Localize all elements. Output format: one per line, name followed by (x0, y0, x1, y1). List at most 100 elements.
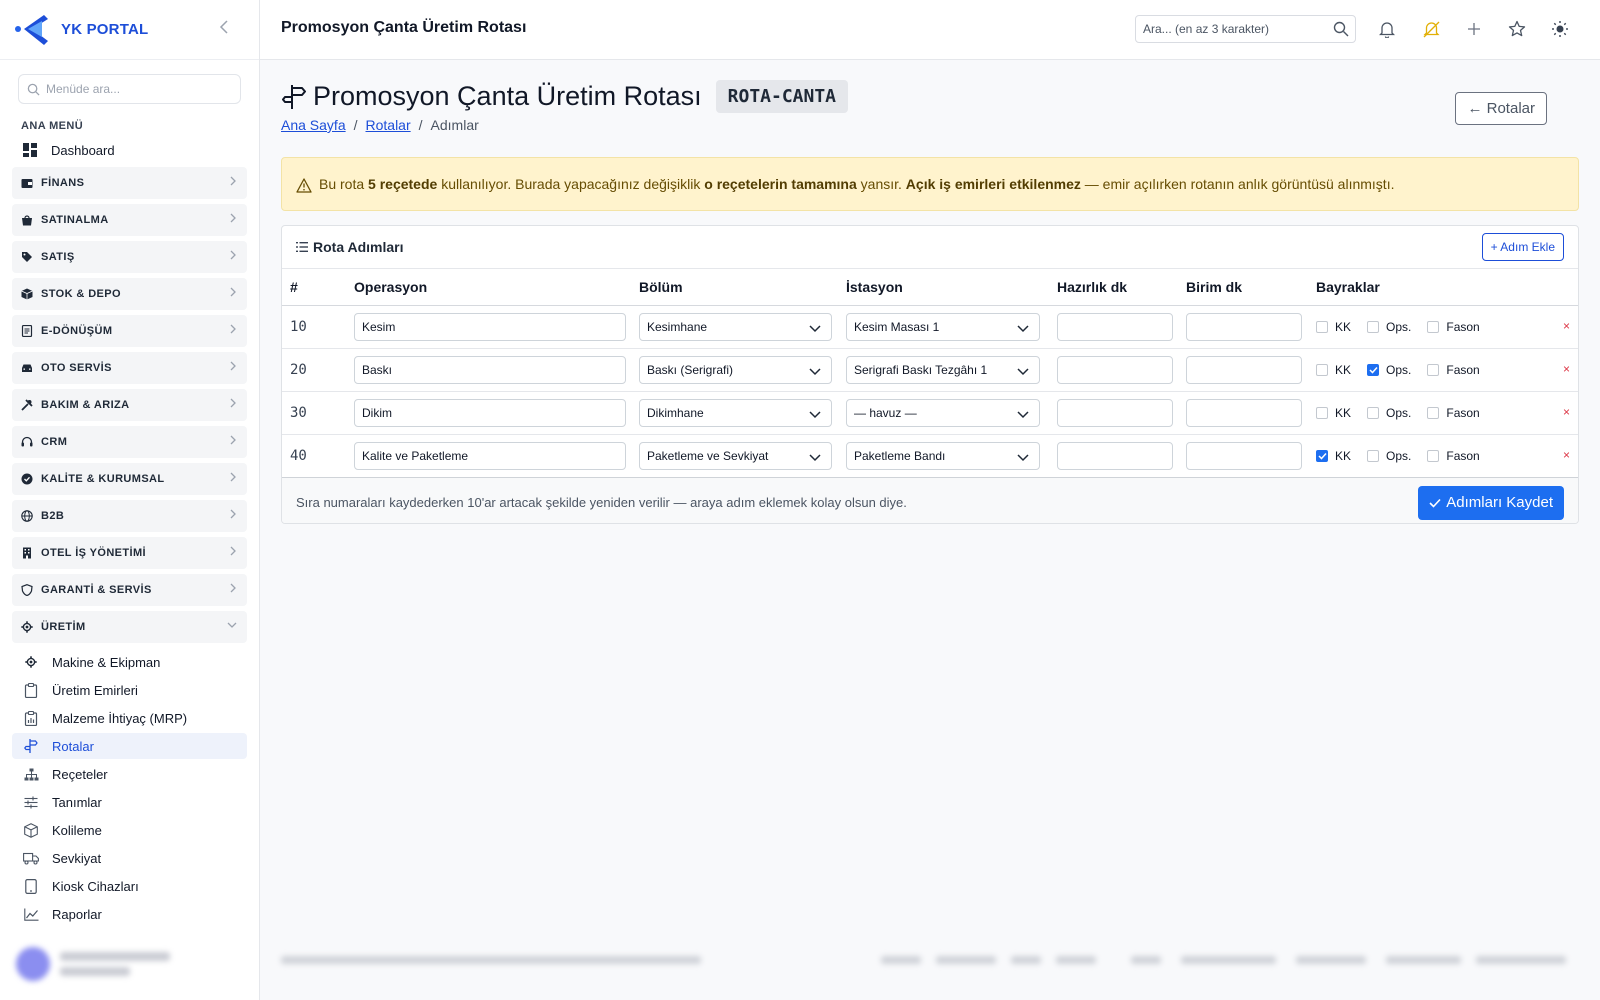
delete-step-icon[interactable]: × (1563, 405, 1570, 419)
sidebar-group-bakim-ariza[interactable]: BAKIM & ARIZA (12, 389, 247, 421)
back-to-routes-button[interactable]: ← Rotalar (1455, 92, 1547, 125)
flag-kk-checkbox[interactable]: KK (1316, 406, 1351, 420)
flags-group: KK Ops. Fason × (1316, 435, 1578, 477)
checkbox-box[interactable] (1427, 449, 1440, 462)
delete-step-icon[interactable]: × (1563, 319, 1570, 333)
operation-input[interactable] (354, 355, 626, 384)
sidebar-group-e-d-n-m[interactable]: E-DÖNÜŞÜM (12, 315, 247, 347)
bell-slash-icon[interactable] (1421, 19, 1441, 39)
checkbox-box[interactable] (1367, 363, 1380, 376)
checkbox-box[interactable] (1316, 363, 1328, 376)
checkbox-box[interactable] (1316, 320, 1328, 333)
department-select[interactable]: Kesimhane (639, 312, 832, 341)
unit-minutes-input[interactable] (1186, 398, 1302, 427)
flag-ops-checkbox[interactable]: Ops. (1367, 320, 1411, 334)
sidebar-group-sati[interactable]: SATIŞ (12, 241, 247, 273)
menu-search[interactable] (18, 74, 241, 104)
theme-sun-icon[interactable] (1550, 19, 1570, 39)
user-profile[interactable] (16, 946, 246, 982)
unit-minutes-input[interactable] (1186, 441, 1302, 470)
flag-ops-checkbox[interactable]: Ops. (1367, 449, 1411, 463)
flag-kk-checkbox[interactable]: KK (1316, 320, 1351, 334)
chevron-right-icon (230, 398, 237, 411)
menu-search-input[interactable] (46, 82, 226, 96)
flag-fason-checkbox[interactable]: Fason (1427, 320, 1480, 334)
sidebar-group-reti-m[interactable]: ÜRETİM (12, 611, 247, 643)
station-select[interactable]: Paketleme Bandı (846, 441, 1040, 470)
sidebar-item-7[interactable]: Kolileme (12, 817, 247, 843)
unit-minutes-input[interactable] (1186, 355, 1302, 384)
sidebar-group-label: SATIŞ (41, 251, 75, 263)
sidebar-group-kali-te-kurumsal[interactable]: KALİTE & KURUMSAL (12, 463, 247, 495)
plus-icon[interactable] (1464, 19, 1484, 39)
checkbox-box[interactable] (1316, 449, 1328, 462)
setup-minutes-input[interactable] (1057, 355, 1173, 384)
sidebar-item-2[interactable]: Üretim Emirleri (12, 677, 247, 703)
save-steps-button[interactable]: Adımları Kaydet (1418, 485, 1564, 520)
flag-ops-checkbox[interactable]: Ops. (1367, 363, 1411, 377)
sidebar-group-oto-servi-s[interactable]: OTO SERVİS (12, 352, 247, 384)
bell-icon[interactable] (1377, 19, 1397, 39)
breadcrumb-routes[interactable]: Rotalar (366, 117, 411, 133)
step-sequence: 40 (290, 447, 307, 464)
sidebar-item-dashboard[interactable]: Dashboard (12, 137, 247, 163)
flag-fason-checkbox[interactable]: Fason (1427, 449, 1480, 463)
station-select[interactable]: — havuz — (846, 398, 1040, 427)
operation-input[interactable] (354, 398, 626, 427)
global-search-input[interactable] (1143, 22, 1323, 36)
station-value: Kesim Masası 1 (854, 319, 940, 334)
flag-kk-checkbox[interactable]: KK (1316, 449, 1351, 463)
search-icon[interactable] (1333, 21, 1349, 37)
topbar: Promosyon Çanta Üretim Rotası (260, 0, 1600, 60)
station-select[interactable]: Kesim Masası 1 (846, 312, 1040, 341)
sidebar-group-satinalma[interactable]: SATINALMA (12, 204, 247, 236)
star-icon[interactable] (1507, 19, 1527, 39)
sidebar-item-3[interactable]: Malzeme İhtiyaç (MRP) (12, 705, 247, 731)
add-step-button[interactable]: + Adım Ekle (1481, 233, 1564, 261)
sidebar-item-10[interactable]: Raporlar (12, 901, 247, 927)
sidebar-item-1[interactable]: Makine & Ekipman (12, 649, 247, 675)
flag-kk-checkbox[interactable]: KK (1316, 363, 1351, 377)
sidebar-item-label: Malzeme İhtiyaç (MRP) (52, 710, 188, 726)
operation-input[interactable] (354, 441, 626, 470)
flag-ops-checkbox[interactable]: Ops. (1367, 406, 1411, 420)
delete-step-icon[interactable]: × (1563, 448, 1570, 462)
department-select[interactable]: Paketleme ve Sevkiyat (639, 441, 832, 470)
tools-icon (21, 399, 33, 411)
flag-fason-checkbox[interactable]: Fason (1427, 406, 1480, 420)
sidebar-group-b2b[interactable]: B2B (12, 500, 247, 532)
sidebar-item-5[interactable]: Reçeteler (12, 761, 247, 787)
operation-input[interactable] (354, 312, 626, 341)
setup-minutes-input[interactable] (1057, 312, 1173, 341)
flag-fason-checkbox[interactable]: Fason (1427, 363, 1480, 377)
brand-logo[interactable] (14, 13, 52, 47)
checkbox-box[interactable] (1367, 320, 1380, 333)
checkbox-box[interactable] (1316, 406, 1328, 419)
sidebar-item-6[interactable]: Tanımlar (12, 789, 247, 815)
checkbox-box[interactable] (1427, 406, 1440, 419)
sidebar-item-8[interactable]: Sevkiyat (12, 845, 247, 871)
sidebar-item-9[interactable]: Kiosk Cihazları (12, 873, 247, 899)
sidebar-group-fi-nans[interactable]: FİNANS (12, 167, 247, 199)
topbar-title: Promosyon Çanta Üretim Rotası (281, 19, 527, 36)
sidebar-group-garanti-servi-s[interactable]: GARANTİ & SERVİS (12, 574, 247, 606)
department-select[interactable]: Dikimhane (639, 398, 832, 427)
breadcrumb-home[interactable]: Ana Sayfa (281, 117, 346, 133)
gear-icon (23, 654, 39, 670)
sidebar-group-otel-i-y-neti-mi[interactable]: OTEL İŞ YÖNETİMİ (12, 537, 247, 569)
checkbox-box[interactable] (1367, 449, 1380, 462)
sidebar-group-crm[interactable]: CRM (12, 426, 247, 458)
checkbox-box[interactable] (1427, 320, 1440, 333)
setup-minutes-input[interactable] (1057, 441, 1173, 470)
setup-minutes-input[interactable] (1057, 398, 1173, 427)
checkbox-box[interactable] (1427, 363, 1440, 376)
department-select[interactable]: Baskı (Serigrafi) (639, 355, 832, 384)
station-select[interactable]: Serigrafi Baskı Tezgâhı 1 (846, 355, 1040, 384)
collapse-sidebar-icon[interactable] (215, 20, 233, 38)
unit-minutes-input[interactable] (1186, 312, 1302, 341)
sidebar-group-stok-depo[interactable]: STOK & DEPO (12, 278, 247, 310)
delete-step-icon[interactable]: × (1563, 362, 1570, 376)
checkbox-box[interactable] (1367, 406, 1380, 419)
global-search[interactable] (1135, 15, 1356, 43)
sidebar-item-4[interactable]: Rotalar (12, 733, 247, 759)
